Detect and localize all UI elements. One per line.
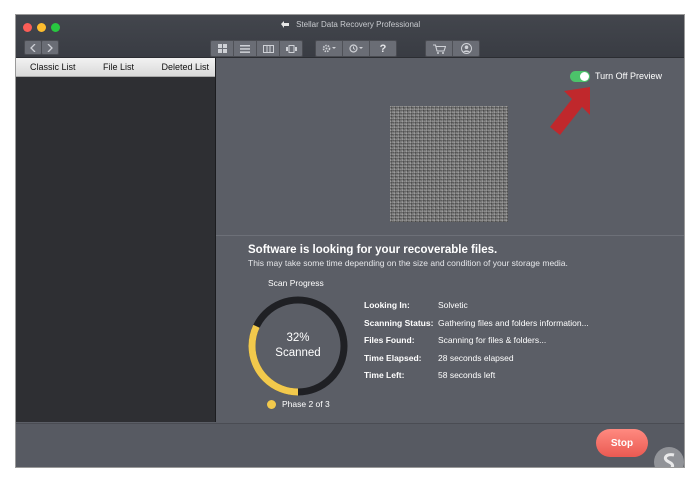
watermark-logo-icon [654, 447, 684, 467]
settings-group: ? [315, 40, 397, 57]
help-button[interactable]: ? [370, 41, 396, 56]
account-group [425, 40, 480, 57]
detail-value: 28 seconds elapsed [438, 352, 514, 363]
preview-image [390, 106, 508, 222]
scan-percent: 32% [286, 332, 310, 344]
phase-indicator: Phase 2 of 3 [267, 399, 330, 409]
stop-button[interactable]: Stop [596, 429, 648, 457]
back-button[interactable] [24, 40, 42, 55]
preview-toggle-switch[interactable] [570, 71, 590, 82]
column-view-icon [262, 44, 274, 53]
view-mode-group [210, 40, 303, 57]
user-icon [460, 43, 472, 54]
cart-icon [432, 43, 446, 54]
account-button[interactable] [453, 41, 479, 56]
grid-view-icon [217, 44, 227, 53]
window-title: Stellar Data Recovery Professional [296, 20, 421, 29]
toggle-knob [580, 72, 589, 81]
list-view-button[interactable] [234, 41, 257, 56]
detail-value: Scanning for files & folders... [438, 335, 547, 345]
app-logo-icon [280, 21, 289, 28]
detail-row-time-left: Time Left: 58 seconds left [364, 370, 589, 388]
detail-label: Files Found: [364, 335, 415, 345]
gauge-readout: 32% Scanned [245, 331, 351, 361]
sidebar-tab-bar: Classic List File List Deleted List [16, 58, 215, 77]
tab-deleted-list[interactable]: Deleted List [161, 62, 209, 72]
title-bar: Stellar Data Recovery Professional ? [16, 15, 684, 58]
window-title-area: Stellar Data Recovery Professional [16, 20, 684, 29]
detail-row-scanning-status: Scanning Status: Gathering files and fol… [364, 318, 589, 336]
scan-heading: Software is looking for your recoverable… [248, 244, 498, 256]
history-icon [349, 44, 363, 53]
cover-flow-icon [285, 44, 297, 53]
cart-button[interactable] [426, 41, 453, 56]
grid-view-button[interactable] [211, 41, 234, 56]
scan-scanned-label: Scanned [275, 347, 321, 359]
list-view-icon [240, 44, 250, 53]
phase-text: Phase 2 of 3 [282, 399, 330, 409]
detail-label: Time Left: [364, 370, 405, 380]
tab-classic-list[interactable]: Classic List [30, 62, 76, 72]
chevron-left-icon [30, 43, 36, 52]
sidebar: Classic List File List Deleted List [16, 58, 216, 422]
preview-toggle-label[interactable]: Turn Off Preview [595, 71, 662, 81]
tab-file-list[interactable]: File List [103, 62, 134, 72]
detail-label: Time Elapsed: [364, 352, 422, 363]
forward-button[interactable] [41, 40, 59, 55]
cover-flow-button[interactable] [280, 41, 302, 56]
detail-label: Looking In: [364, 300, 410, 310]
detail-value: Solvetic [438, 300, 468, 310]
phase-dot-icon [267, 399, 276, 409]
detail-value: 58 seconds left [438, 370, 496, 380]
app-window: Stellar Data Recovery Professional ? Cla… [16, 15, 684, 467]
detail-row-files-found: Files Found: Scanning for files & folder… [364, 335, 589, 353]
footer-bar [16, 423, 684, 467]
column-view-button[interactable] [257, 41, 280, 56]
help-icon: ? [379, 42, 387, 55]
gear-icon [322, 44, 336, 53]
section-divider [216, 235, 684, 236]
detail-label: Scanning Status: [364, 317, 434, 328]
settings-button[interactable] [316, 41, 343, 56]
scan-details: Looking In: Solvetic Scanning Status: Ga… [364, 300, 589, 388]
chevron-right-icon [47, 43, 53, 52]
scan-progress-label: Scan Progress [268, 278, 324, 288]
scan-subheading: This may take some time depending on the… [248, 258, 568, 268]
detail-row-looking-in: Looking In: Solvetic [364, 300, 589, 318]
history-button[interactable] [343, 41, 370, 56]
detail-row-time-elapsed: Time Elapsed: 28 seconds elapsed [364, 353, 589, 371]
detail-value: Gathering files and folders information.… [438, 317, 589, 328]
red-arrow-icon [550, 87, 590, 135]
